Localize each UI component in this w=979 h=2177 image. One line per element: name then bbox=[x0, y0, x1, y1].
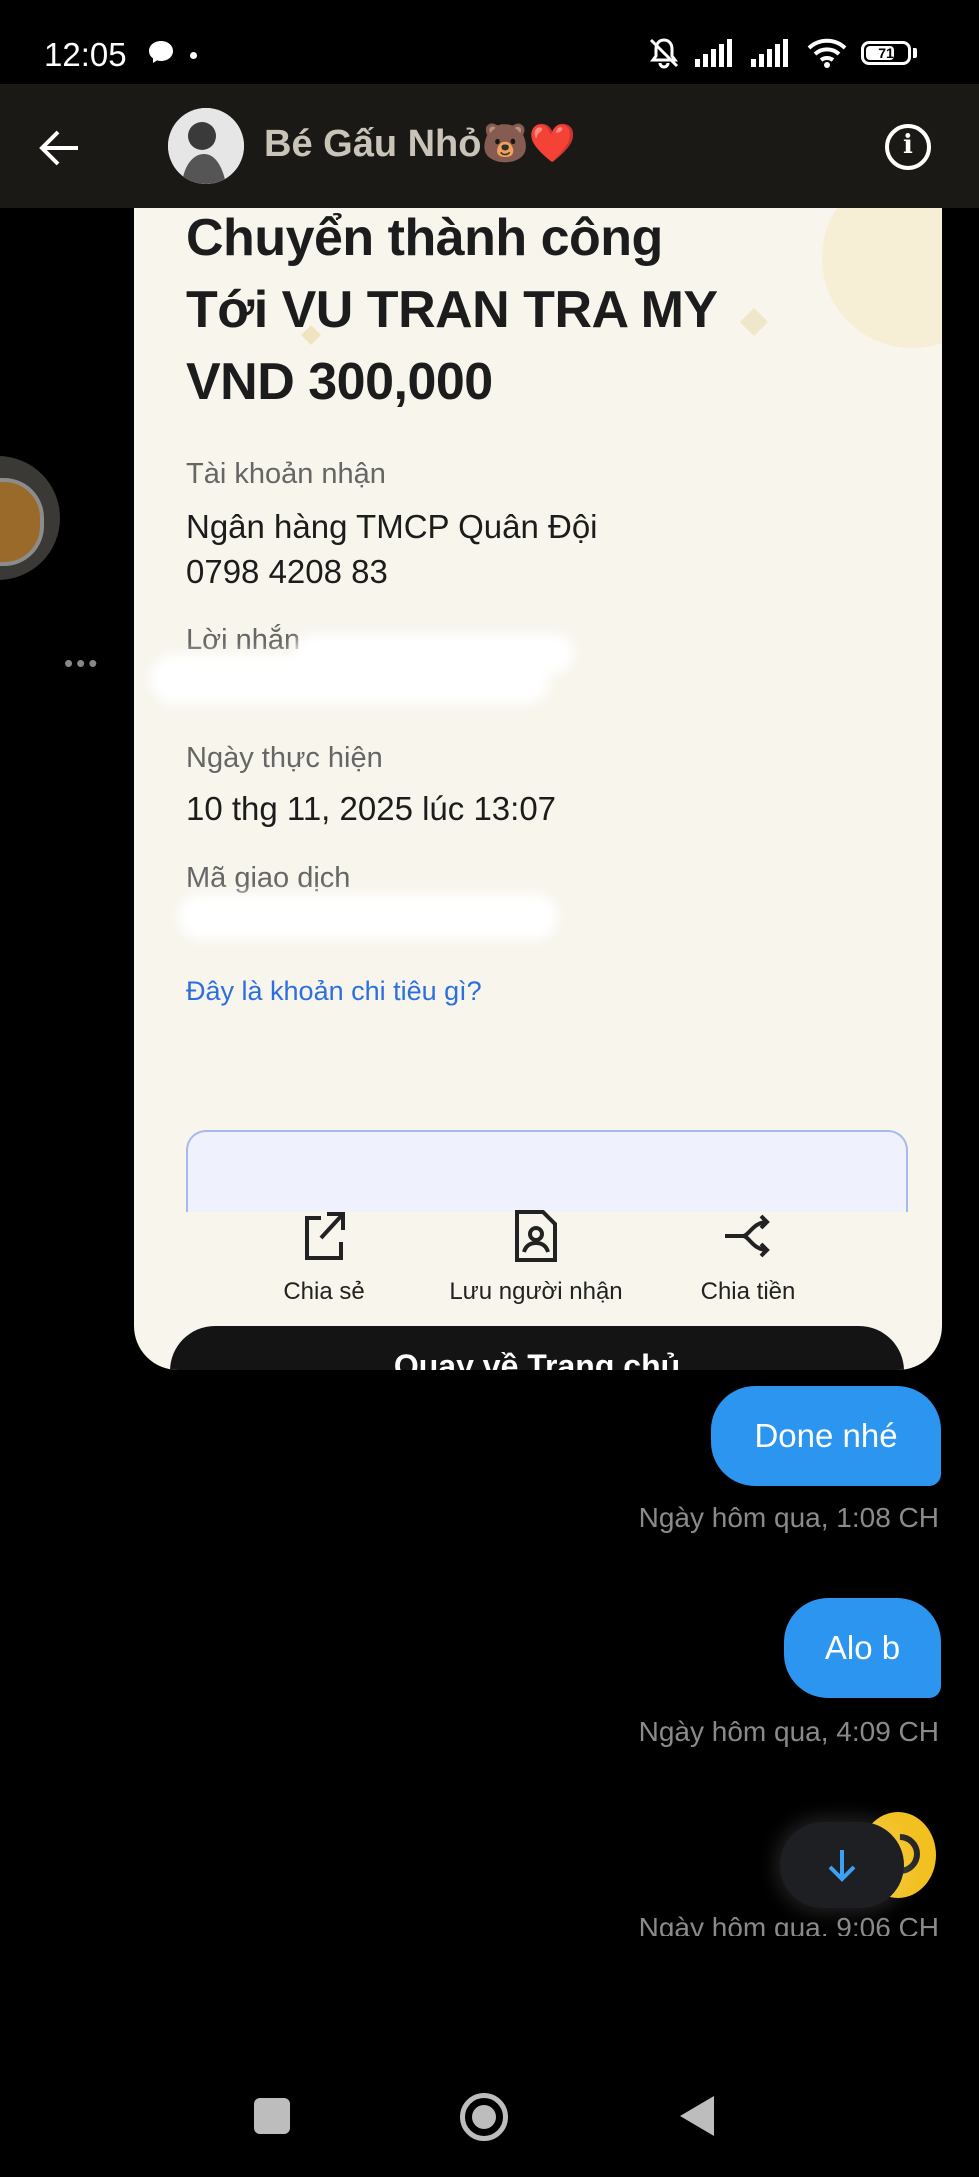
card-decoration bbox=[739, 307, 769, 337]
wifi-icon bbox=[807, 38, 847, 68]
save-recipient-action[interactable]: Lưu người nhận bbox=[436, 1208, 636, 1306]
avatar[interactable] bbox=[168, 108, 244, 184]
arrow-left-icon[interactable] bbox=[32, 120, 88, 176]
card-decoration bbox=[822, 208, 942, 348]
field-value-date: 10 thg 11, 2025 lúc 13:07 bbox=[186, 790, 557, 827]
redacted-transaction-id bbox=[178, 894, 558, 940]
field-value-bank: Ngân hàng TMCP Quân Đội bbox=[186, 508, 598, 545]
back-button[interactable] bbox=[680, 2096, 714, 2136]
battery-icon: 71 bbox=[861, 41, 911, 65]
scroll-down-button[interactable] bbox=[780, 1822, 904, 1908]
receipt-recipient: Tới VU TRAN TRA MY bbox=[186, 281, 718, 339]
go-home-label: Quay về Trang chủ bbox=[393, 1348, 681, 1370]
battery-percent: 71 bbox=[878, 45, 894, 61]
go-home-button[interactable]: Quay về Trang chủ bbox=[170, 1326, 904, 1370]
receipt-amount: VND 300,000 bbox=[186, 353, 493, 411]
info-icon[interactable]: i bbox=[885, 124, 931, 170]
message-timestamp: Ngày hôm qua, 4:09 CH bbox=[638, 1716, 939, 1747]
notification-dot bbox=[190, 52, 197, 59]
status-icons: 71 bbox=[647, 36, 917, 70]
signal-icon bbox=[751, 39, 788, 67]
signal-icon bbox=[695, 39, 732, 67]
field-label-message: Lời nhắn bbox=[186, 624, 301, 656]
expense-category-link[interactable]: Đây là khoản chi tiêu gì? bbox=[186, 976, 482, 1007]
message-timestamp: Ngày hôm qua, 9:06 CH bbox=[638, 1912, 939, 1936]
save-recipient-label: Lưu người nhận bbox=[449, 1278, 623, 1305]
more-options-icon[interactable]: ••• bbox=[64, 648, 100, 679]
mute-bell-icon bbox=[649, 38, 679, 69]
status-time: 12:05 bbox=[44, 36, 127, 73]
field-value-account-number: 0798 4208 83 bbox=[186, 553, 388, 590]
message-timestamp: Ngày hôm qua, 1:08 CH bbox=[638, 1502, 939, 1533]
field-label-account: Tài khoản nhận bbox=[186, 458, 386, 490]
redacted-message bbox=[294, 634, 574, 674]
field-label-date: Ngày thực hiện bbox=[186, 742, 383, 774]
avatar-image bbox=[168, 108, 244, 184]
battery-tip bbox=[913, 48, 917, 58]
save-contact-icon bbox=[515, 1210, 557, 1262]
home-icon bbox=[472, 2105, 496, 2129]
message-bubble[interactable]: Done nhé bbox=[711, 1386, 941, 1486]
receipt-status: Chuyển thành công bbox=[186, 209, 663, 267]
share-label: Chia sẻ bbox=[283, 1278, 365, 1305]
split-action[interactable]: Chia tiền bbox=[648, 1208, 848, 1306]
share-icon bbox=[305, 1212, 345, 1260]
receipt-image[interactable]: Chuyển thành công Tới VU TRAN TRA MY VND… bbox=[134, 208, 942, 1370]
info-box bbox=[186, 1130, 908, 1212]
message-bubble[interactable]: Alo b bbox=[784, 1598, 941, 1698]
chat-title[interactable]: Bé Gấu Nhỏ🐻❤️ bbox=[264, 122, 576, 166]
split-icon bbox=[725, 1214, 770, 1258]
arrow-down-icon bbox=[828, 1850, 856, 1882]
share-action[interactable]: Chia sẻ bbox=[224, 1208, 424, 1306]
field-label-transaction-id: Mã giao dịch bbox=[186, 862, 351, 894]
messenger-icon bbox=[149, 41, 173, 63]
split-label: Chia tiền bbox=[700, 1278, 796, 1305]
recents-button[interactable] bbox=[254, 2098, 290, 2134]
